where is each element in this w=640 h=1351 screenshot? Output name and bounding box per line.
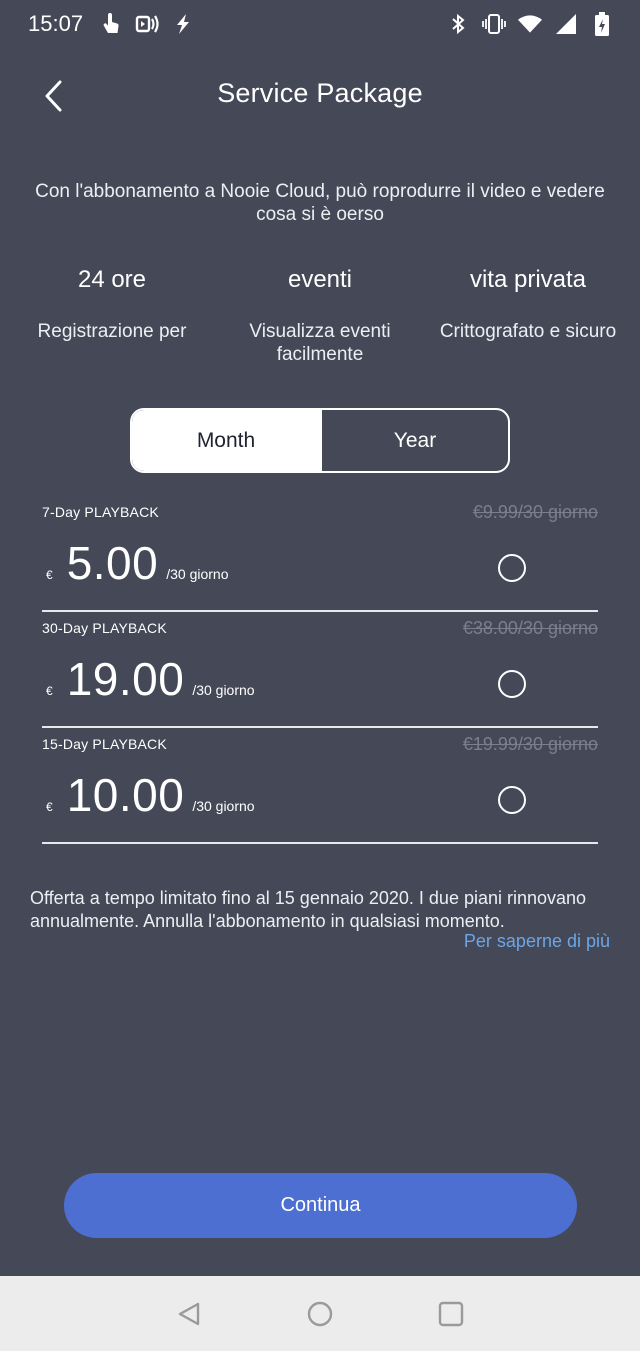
circle-home-icon <box>307 1301 333 1327</box>
toggle-year[interactable]: Year <box>320 410 508 471</box>
features: 24 ore Registrazione per eventi Visualiz… <box>8 266 632 366</box>
plan-price: 10.00 <box>66 769 185 821</box>
plan-period: /30 giorno <box>192 798 255 814</box>
plan-period: /30 giorno <box>166 566 229 582</box>
plan-30-day[interactable]: 30-Day PLAYBACK €38.00/30 giorno € 19.00… <box>42 612 598 728</box>
plan-7-day[interactable]: 7-Day PLAYBACK €9.99/30 giorno € 5.00 /3… <box>42 496 598 612</box>
plan-original-price: €38.00/30 giorno <box>462 618 598 638</box>
billing-period-toggle: Month Year <box>130 408 510 473</box>
feature-privacy: vita privata Crittografato e sicuro <box>424 266 632 366</box>
plan-radio[interactable] <box>498 554 526 582</box>
vibrate-icon <box>482 12 506 36</box>
plan-name: 15-Day PLAYBACK <box>42 736 167 752</box>
intro-text: Con l'abbonamento a Nooie Cloud, può rop… <box>35 181 605 225</box>
plan-15-day[interactable]: 15-Day PLAYBACK €19.99/30 giorno € 10.00… <box>42 728 598 844</box>
continue-button[interactable]: Continua <box>64 1173 577 1238</box>
plan-name: 30-Day PLAYBACK <box>42 620 167 636</box>
feature-description: Registrazione per <box>37 321 187 342</box>
plan-currency: € <box>46 684 53 698</box>
plan-price: 5.00 <box>66 537 159 589</box>
plan-list: 7-Day PLAYBACK €9.99/30 giorno € 5.00 /3… <box>42 496 598 844</box>
feature-title: 24 ore <box>77 266 147 293</box>
signal-icon <box>554 12 578 36</box>
plan-original-price: €19.99/30 giorno <box>462 734 598 754</box>
plan-price: 19.00 <box>66 653 185 705</box>
toggle-month[interactable]: Month <box>132 410 320 471</box>
square-recents-icon <box>438 1301 464 1327</box>
plan-radio[interactable] <box>498 786 526 814</box>
feature-title: vita privata <box>469 266 587 293</box>
plan-original-price: €9.99/30 giorno <box>472 502 598 522</box>
feature-title: eventi <box>287 266 353 293</box>
plan-period: /30 giorno <box>192 682 255 698</box>
plan-name: 7-Day PLAYBACK <box>42 504 159 520</box>
system-nav-bar <box>0 1276 640 1351</box>
touch-icon <box>99 12 123 36</box>
learn-more-link[interactable]: Per saperne di più <box>464 931 610 952</box>
plan-currency: € <box>46 568 53 582</box>
plan-currency: € <box>46 800 53 814</box>
page-title: Service Package <box>217 78 423 108</box>
nav-home-button[interactable] <box>306 1300 334 1328</box>
feature-recording: 24 ore Registrazione per <box>8 266 216 366</box>
flash-icon <box>171 12 195 36</box>
plan-radio[interactable] <box>498 670 526 698</box>
nav-back-button[interactable] <box>175 1300 203 1328</box>
feature-events: eventi Visualizza eventi facilmente <box>216 266 424 366</box>
wifi-icon <box>518 12 542 36</box>
bluetooth-icon <box>446 12 470 36</box>
battery-icon <box>590 12 614 36</box>
feature-description: Crittografato e sicuro <box>439 321 617 342</box>
service-package-screen: 15:07 Service Package Con l'abbonamento … <box>0 0 640 1351</box>
header: Service Package <box>0 62 640 128</box>
feature-description: Visualizza eventi facilmente <box>249 321 391 365</box>
status-time: 15:07 <box>28 11 84 36</box>
status-bar: 15:07 <box>0 0 640 48</box>
offer-text: Offerta a tempo limitato fino al 15 genn… <box>30 888 587 931</box>
nav-recents-button[interactable] <box>437 1300 465 1328</box>
triangle-back-icon <box>178 1302 200 1326</box>
nfc-icon <box>135 12 159 36</box>
